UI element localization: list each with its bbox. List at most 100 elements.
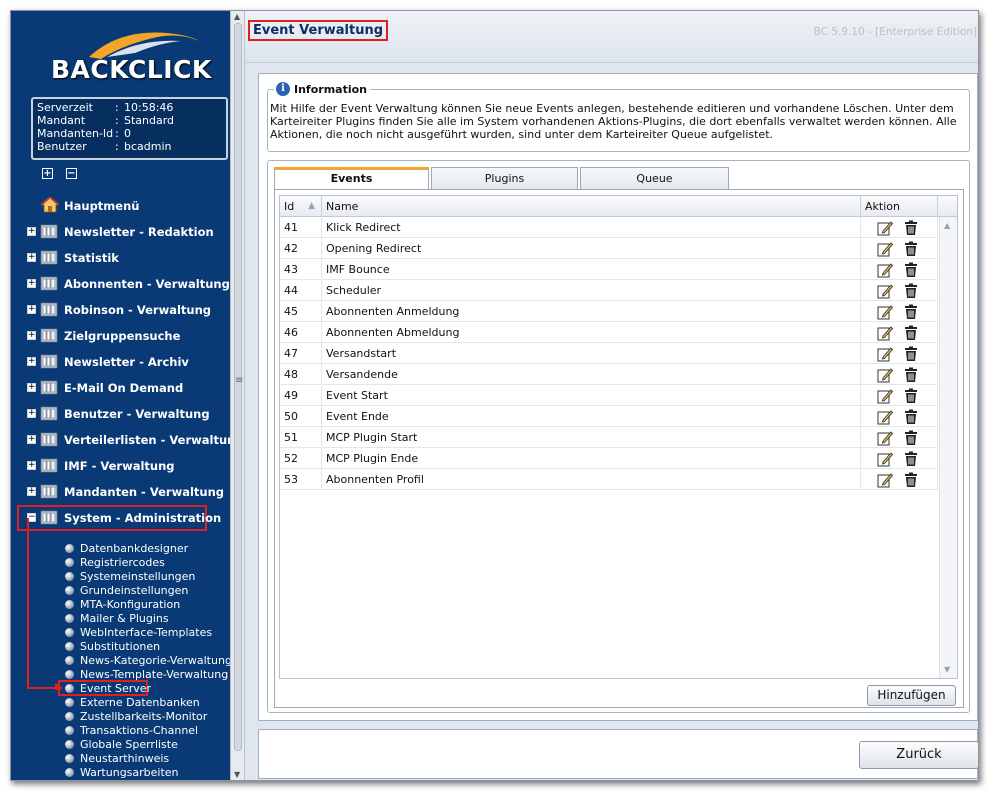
table-row[interactable]: 49 Event Start <box>280 385 938 406</box>
splitter-grip-icon[interactable]: ≡ <box>235 376 243 386</box>
delete-icon[interactable] <box>903 220 919 236</box>
tree-toggle-icon[interactable]: + <box>27 305 36 314</box>
delete-icon[interactable] <box>903 388 919 404</box>
edit-icon[interactable] <box>877 220 893 236</box>
nav-item-imf-verwaltung[interactable]: + IMF - Verwaltung <box>11 453 230 479</box>
delete-icon[interactable] <box>903 262 919 278</box>
nav-item-mandanten-verwaltung[interactable]: + Mandanten - Verwaltung <box>11 479 230 505</box>
edit-icon[interactable] <box>877 367 893 383</box>
nav-item-hauptmenue[interactable]: Hauptmenü <box>11 193 230 219</box>
nav-item-e-mail-on-demand[interactable]: + E-Mail On Demand <box>11 375 230 401</box>
sidebar-splitter[interactable]: ▲ ≡ ▼ <box>230 11 245 780</box>
tree-toggle-icon[interactable]: + <box>27 409 36 418</box>
sub-item-externe-datenbanken[interactable]: Externe Datenbanken <box>11 695 230 709</box>
sub-item-zustellbarkeits-monitor[interactable]: Zustellbarkeits-Monitor <box>11 709 230 723</box>
sub-item-neustarthinweis[interactable]: Neustarthinweis <box>11 751 230 765</box>
collapse-all-button[interactable]: − <box>66 168 77 179</box>
edit-icon[interactable] <box>877 262 893 278</box>
delete-icon[interactable] <box>903 409 919 425</box>
back-button[interactable]: Zurück <box>859 741 978 769</box>
sub-item-systemeinstellungen[interactable]: Systemeinstellungen <box>11 569 230 583</box>
edit-icon[interactable] <box>877 346 893 362</box>
tree-toggle-icon[interactable]: + <box>27 227 36 236</box>
edit-icon[interactable] <box>877 325 893 341</box>
cell-id: 48 <box>280 364 322 385</box>
scroll-down-icon[interactable]: ▼ <box>944 665 950 674</box>
table-row[interactable]: 46 Abonnenten Abmeldung <box>280 322 938 343</box>
edit-icon[interactable] <box>877 472 893 488</box>
edit-icon[interactable] <box>877 283 893 299</box>
table-row[interactable]: 45 Abonnenten Anmeldung <box>280 301 938 322</box>
delete-icon[interactable] <box>903 325 919 341</box>
sub-item-wartungsarbeiten[interactable]: Wartungsarbeiten <box>11 765 230 779</box>
edit-icon[interactable] <box>877 430 893 446</box>
sub-item-globale-sperrliste[interactable]: Globale Sperrliste <box>11 737 230 751</box>
add-event-button[interactable]: Hinzufügen <box>867 685 956 706</box>
edit-icon[interactable] <box>877 451 893 467</box>
sub-item-transaktions-channel[interactable]: Transaktions-Channel <box>11 723 230 737</box>
scrollbar-thumb[interactable] <box>234 23 242 751</box>
sub-item-grundeinstellungen[interactable]: Grundeinstellungen <box>11 583 230 597</box>
table-row[interactable]: 43 IMF Bounce <box>280 259 938 280</box>
nav-item-newsletter-redaktion[interactable]: + Newsletter - Redaktion <box>11 219 230 245</box>
sub-item-substitutionen[interactable]: Substitutionen <box>11 639 230 653</box>
sub-item-datenbankdesigner[interactable]: Datenbankdesigner <box>11 541 230 555</box>
tree-toggle-icon[interactable]: + <box>27 435 36 444</box>
table-row[interactable]: 42 Opening Redirect <box>280 238 938 259</box>
delete-icon[interactable] <box>903 241 919 257</box>
delete-icon[interactable] <box>903 430 919 446</box>
tree-toggle-icon[interactable]: + <box>27 357 36 366</box>
info-value: Standard <box>124 114 175 127</box>
expand-all-button[interactable]: + <box>42 168 53 179</box>
tree-toggle-icon[interactable]: + <box>27 279 36 288</box>
tree-toggle-icon[interactable]: + <box>27 253 36 262</box>
edit-icon[interactable] <box>877 409 893 425</box>
sub-item-news-template-verwaltung[interactable]: News-Template-Verwaltung <box>11 667 230 681</box>
sub-item-news-kategorie-verwaltung[interactable]: News-Kategorie-Verwaltung <box>11 653 230 667</box>
nav-item-robinson-verwaltung[interactable]: + Robinson - Verwaltung <box>11 297 230 323</box>
sub-item-webinterface-templates[interactable]: WebInterface-Templates <box>11 625 230 639</box>
edit-icon[interactable] <box>877 388 893 404</box>
table-row[interactable]: 52 MCP Plugin Ende <box>280 448 938 469</box>
nav-item-statistik[interactable]: + Statistik <box>11 245 230 271</box>
sub-item-mta-konfiguration[interactable]: MTA-Konfiguration <box>11 597 230 611</box>
sub-item-label: Transaktions-Channel <box>80 724 199 737</box>
delete-icon[interactable] <box>903 367 919 383</box>
table-row[interactable]: 47 Versandstart <box>280 343 938 364</box>
tab-queue[interactable]: Queue <box>580 167 729 189</box>
table-row[interactable]: 41 Klick Redirect <box>280 217 938 238</box>
scroll-up-icon[interactable]: ▲ <box>944 221 950 230</box>
delete-icon[interactable] <box>903 346 919 362</box>
delete-icon[interactable] <box>903 472 919 488</box>
tab-plugins[interactable]: Plugins <box>431 167 578 189</box>
cell-actions <box>861 238 938 259</box>
table-row[interactable]: 48 Versandende <box>280 364 938 385</box>
edit-icon[interactable] <box>877 241 893 257</box>
edit-icon[interactable] <box>877 304 893 320</box>
tree-toggle-icon[interactable]: + <box>27 487 36 496</box>
grid-scrollbar[interactable]: ▲ ▼ <box>939 217 957 678</box>
nav-item-zielgruppensuche[interactable]: + Zielgruppensuche <box>11 323 230 349</box>
delete-icon[interactable] <box>903 451 919 467</box>
tree-toggle-icon[interactable]: + <box>27 383 36 392</box>
table-row[interactable]: 50 Event Ende <box>280 406 938 427</box>
table-row[interactable]: 51 MCP Plugin Start <box>280 427 938 448</box>
delete-icon[interactable] <box>903 283 919 299</box>
nav-item-abonnenten-verwaltung[interactable]: + Abonnenten - Verwaltung <box>11 271 230 297</box>
nav-item-benutzer-verwaltung[interactable]: + Benutzer - Verwaltung <box>11 401 230 427</box>
nav-item-newsletter-archiv[interactable]: + Newsletter - Archiv <box>11 349 230 375</box>
tree-toggle-icon[interactable]: + <box>27 461 36 470</box>
column-header-id[interactable]: Id ▲ <box>280 196 322 217</box>
tab-events[interactable]: Events <box>274 167 429 190</box>
sub-item-registriercodes[interactable]: Registriercodes <box>11 555 230 569</box>
sub-item-mailer-plugins[interactable]: Mailer & Plugins <box>11 611 230 625</box>
table-row[interactable]: 44 Scheduler <box>280 280 938 301</box>
table-row[interactable]: 53 Abonnenten Profil <box>280 469 938 490</box>
nav-item-verteilerlisten-verwaltung[interactable]: + Verteilerlisten - Verwaltung <box>11 427 230 453</box>
scroll-up-icon[interactable]: ▲ <box>234 12 240 21</box>
column-header-name[interactable]: Name <box>322 196 861 217</box>
tree-toggle-icon[interactable]: + <box>27 331 36 340</box>
delete-icon[interactable] <box>903 304 919 320</box>
sub-item-event-server[interactable]: Event Server <box>58 680 151 696</box>
scroll-down-icon[interactable]: ▼ <box>234 770 240 779</box>
